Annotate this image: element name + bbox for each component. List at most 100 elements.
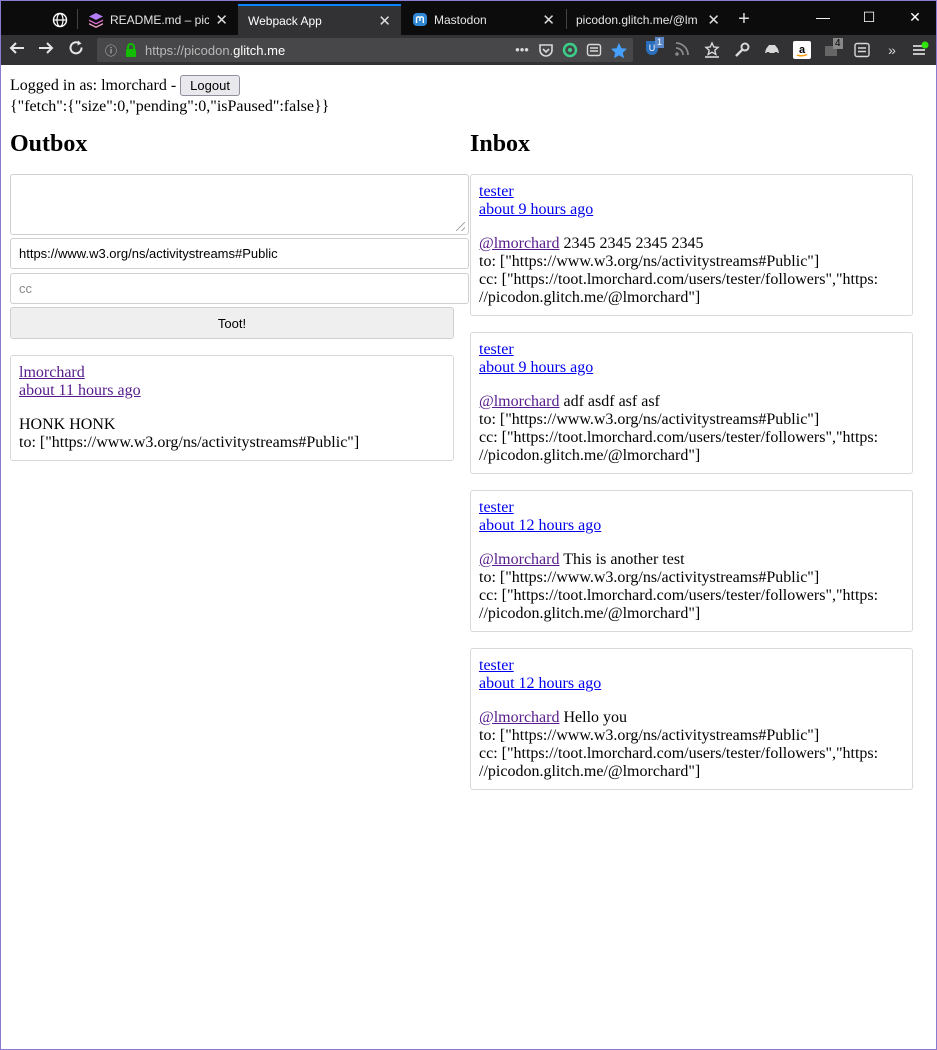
post-cc-continued: //picodon.glitch.me/@lmorchard"] — [479, 289, 701, 306]
globe-icon — [52, 12, 68, 27]
new-tab-button[interactable]: + — [732, 4, 756, 35]
page-actions-icon[interactable]: ••• — [514, 42, 530, 58]
post-to: to: ["https://www.w3.org/ns/activitystre… — [479, 411, 820, 428]
post-to: to: ["https://www.w3.org/ns/activitystre… — [19, 434, 360, 451]
fetch-status-json: {"fetch":{"size":0,"pending":0,"isPaused… — [10, 98, 330, 115]
post-text: This is another test — [559, 551, 685, 568]
info-icon[interactable]: ⓘ — [105, 42, 121, 59]
close-icon[interactable]: ✕ — [215, 11, 228, 29]
glitch-stack-icon — [89, 12, 103, 28]
maximize-button[interactable]: ☐ — [846, 1, 892, 33]
resize-grip-icon[interactable] — [456, 222, 465, 231]
ublock-icon[interactable]: U 1 — [643, 37, 665, 57]
tab-title: README.md – pico — [110, 12, 210, 27]
window-close-button[interactable]: ✕ — [892, 1, 937, 33]
author-link[interactable]: lmorchard — [19, 364, 445, 382]
reload-button[interactable] — [64, 39, 88, 61]
post-content: @lmorchard Hello you — [479, 709, 904, 727]
timestamp-link[interactable]: about 9 hours ago — [479, 359, 904, 377]
bookmark-star-icon[interactable] — [610, 42, 627, 59]
pocket-icon[interactable] — [538, 42, 554, 58]
close-icon[interactable]: ✕ — [707, 11, 720, 29]
post-cc-continued: //picodon.glitch.me/@lmorchard"] — [479, 447, 701, 464]
car-icon[interactable] — [763, 41, 781, 59]
post-text: Hello you — [559, 709, 628, 726]
cc-field-placeholder: cc — [19, 281, 32, 296]
post-cc: cc: ["https://toot.lmorchard.com/users/t… — [479, 745, 879, 762]
inbox-item: tester about 9 hours ago @lmorchard 2345… — [470, 174, 913, 316]
inbox-item: tester about 9 hours ago @lmorchard adf … — [470, 332, 913, 474]
mention-link[interactable]: @lmorchard — [479, 709, 559, 726]
forward-button[interactable] — [34, 39, 58, 61]
post-text: 2345 2345 2345 2345 — [559, 235, 704, 252]
post-content: @lmorchard adf asdf asf asf — [479, 393, 904, 411]
pinned-tab[interactable] — [43, 4, 77, 35]
overflow-chevron-icon[interactable]: » — [883, 41, 901, 59]
tab-title: Webpack App — [248, 13, 322, 28]
author-link[interactable]: tester — [479, 183, 904, 201]
svg-text:a: a — [799, 44, 806, 56]
ring-extension-icon[interactable] — [562, 42, 578, 58]
post-cc: cc: ["https://toot.lmorchard.com/users/t… — [479, 587, 879, 604]
post-cc: cc: ["https://toot.lmorchard.com/users/t… — [479, 429, 879, 446]
toot-button[interactable]: Toot! — [10, 307, 454, 339]
post-cc-continued: //picodon.glitch.me/@lmorchard"] — [479, 605, 701, 622]
tab-title: Mastodon — [434, 12, 487, 27]
author-link[interactable]: tester — [479, 499, 904, 517]
lock-icon[interactable] — [123, 42, 139, 58]
timestamp-link[interactable]: about 11 hours ago — [19, 382, 445, 400]
timestamp-link[interactable]: about 12 hours ago — [479, 675, 904, 693]
to-field[interactable]: https://www.w3.org/ns/activitystreams#Pu… — [10, 238, 469, 269]
wrench-icon[interactable] — [733, 41, 751, 59]
reader-mode-icon[interactable] — [586, 42, 602, 58]
minimize-button[interactable]: — — [800, 1, 846, 33]
outbox-item: lmorchard about 11 hours ago HONK HONK t… — [10, 355, 454, 461]
post-text: adf asdf asf asf — [559, 393, 660, 410]
tab-picodon[interactable]: picodon.glitch.me/@lm ✕ — [566, 4, 730, 35]
to-field-value: https://www.w3.org/ns/activitystreams#Pu… — [19, 246, 278, 261]
login-status: Logged in as: lmorchard - Logout — [10, 75, 240, 96]
post-content: @lmorchard This is another test — [479, 551, 904, 569]
post-to: to: ["https://www.w3.org/ns/activitystre… — [479, 569, 820, 586]
mention-link[interactable]: @lmorchard — [479, 393, 559, 410]
star-tray-icon[interactable] — [703, 41, 721, 59]
post-to: to: ["https://www.w3.org/ns/activitystre… — [479, 253, 820, 270]
amazon-icon[interactable]: a — [793, 41, 811, 59]
tab-webpack-app[interactable]: Webpack App ✕ — [238, 4, 401, 35]
forward-arrow-icon — [39, 42, 54, 54]
rss-icon[interactable] — [673, 41, 691, 59]
tab-title: picodon.glitch.me/@lm — [576, 12, 698, 27]
timestamp-link[interactable]: about 12 hours ago — [479, 517, 904, 535]
tab-counter-icon[interactable]: 4 — [823, 38, 843, 59]
close-icon[interactable]: ✕ — [542, 11, 555, 29]
back-arrow-icon — [9, 42, 24, 54]
mastodon-icon — [413, 12, 427, 26]
inbox-item: tester about 12 hours ago @lmorchard Thi… — [470, 490, 913, 632]
post-cc: cc: ["https://toot.lmorchard.com/users/t… — [479, 271, 879, 288]
logged-in-label: Logged in as: lmorchard - — [10, 76, 177, 94]
mention-link[interactable]: @lmorchard — [479, 551, 559, 568]
outbox-heading: Outbox — [10, 131, 88, 157]
toot-content-textarea[interactable] — [10, 174, 469, 235]
post-cc-continued: //picodon.glitch.me/@lmorchard"] — [479, 763, 701, 780]
url-prefix: https://picodon. — [145, 42, 234, 58]
back-button[interactable] — [5, 39, 29, 61]
tab-readme[interactable]: README.md – pico ✕ — [78, 4, 238, 35]
author-link[interactable]: tester — [479, 341, 904, 359]
tab-counter-badge: 4 — [833, 38, 843, 49]
post-content: HONK HONK — [19, 416, 116, 433]
container-icon[interactable] — [853, 41, 871, 59]
logout-button[interactable]: Logout — [180, 75, 240, 96]
menu-hamburger-icon[interactable] — [911, 41, 929, 59]
cc-field[interactable]: cc — [10, 273, 469, 304]
author-link[interactable]: tester — [479, 657, 904, 675]
close-icon[interactable]: ✕ — [378, 12, 391, 30]
inbox-item: tester about 12 hours ago @lmorchard Hel… — [470, 648, 913, 790]
tab-mastodon[interactable]: Mastodon ✕ — [402, 4, 565, 35]
mention-link[interactable]: @lmorchard — [479, 235, 559, 252]
tab-bar: README.md – pico ✕ Webpack App ✕ Mastodo… — [1, 1, 936, 35]
ublock-badge: 1 — [655, 37, 665, 48]
post-to: to: ["https://www.w3.org/ns/activitystre… — [479, 727, 820, 744]
post-content: @lmorchard 2345 2345 2345 2345 — [479, 235, 904, 253]
timestamp-link[interactable]: about 9 hours ago — [479, 201, 904, 219]
